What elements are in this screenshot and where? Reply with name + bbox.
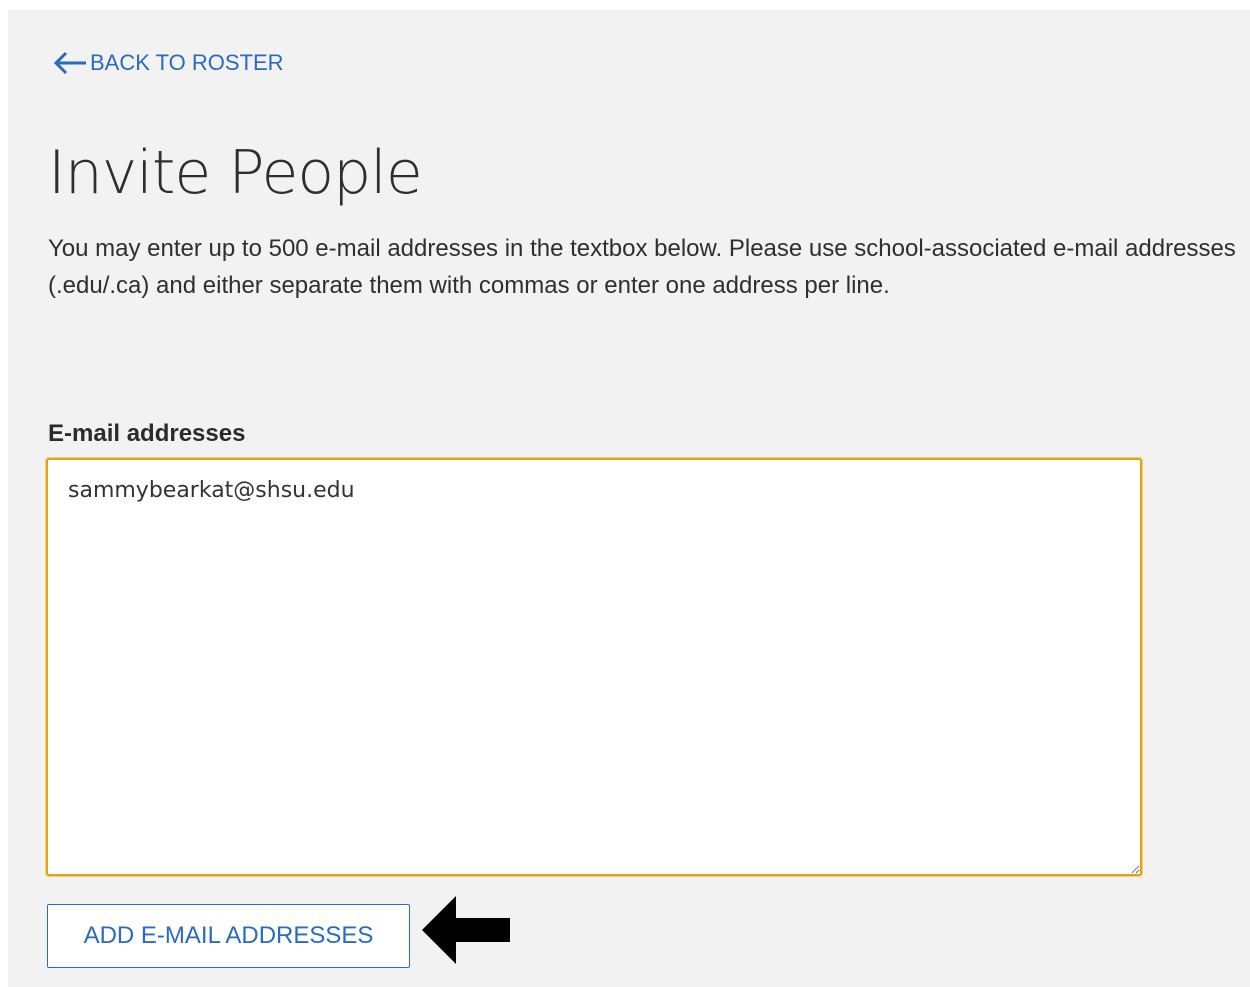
email-addresses-textarea[interactable]: sammybearkat@shsu.edu — [46, 458, 1142, 876]
instructions-text: You may enter up to 500 e-mail addresses… — [48, 235, 1236, 299]
page-title: Invite People — [48, 138, 423, 208]
back-to-roster-link[interactable]: BACK TO ROSTER — [52, 50, 284, 76]
email-addresses-label: E-mail addresses — [48, 420, 246, 447]
arrow-left-pointer-icon — [422, 896, 510, 964]
arrow-left-icon — [53, 51, 86, 75]
invite-people-page: BACK TO ROSTER Invite People You may ent… — [8, 10, 1250, 987]
back-to-roster-label: BACK TO ROSTER — [90, 50, 284, 75]
add-email-addresses-button[interactable]: ADD E-MAIL ADDRESSES — [47, 904, 410, 968]
